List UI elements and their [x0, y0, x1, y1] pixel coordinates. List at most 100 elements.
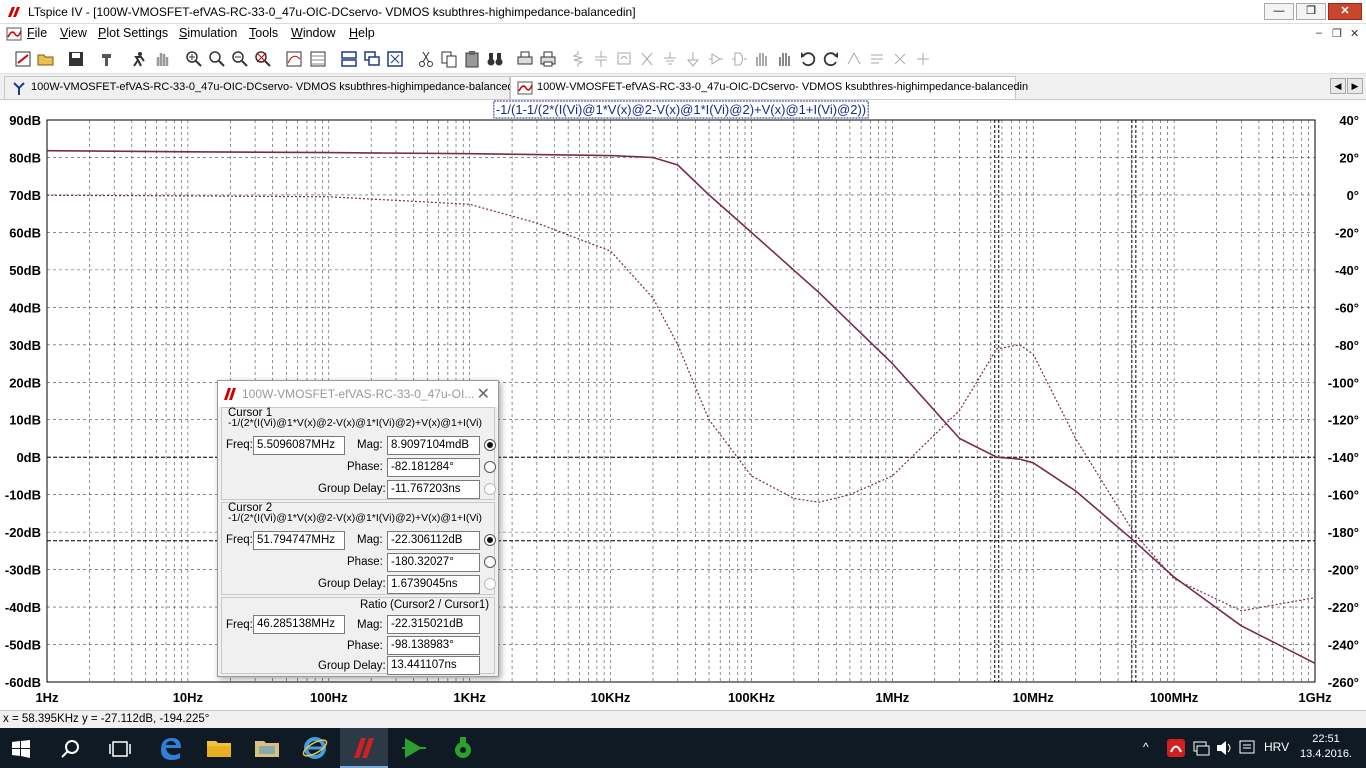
resistor-icon[interactable] [569, 50, 587, 68]
inductor-icon[interactable] [615, 50, 633, 68]
move-hand-icon[interactable] [753, 50, 771, 68]
cursor2-mag-radio[interactable] [484, 534, 496, 546]
menu-help[interactable]: Help [349, 26, 375, 40]
dialog-title-bar[interactable]: 100W-VMOSFET-efVAS-RC-33-0_47u-OI... ✕ [218, 381, 498, 407]
tab-scroll-right-button[interactable]: ▶ [1347, 78, 1363, 94]
y2-tick-label: -220° [1328, 600, 1359, 615]
cursor1-mag-field[interactable]: 8.9097104mdB [387, 436, 480, 455]
cursor-readout-dialog[interactable]: 100W-VMOSFET-efVAS-RC-33-0_47u-OI... ✕ C… [217, 380, 499, 677]
language-indicator[interactable]: HRV [1264, 740, 1289, 754]
file-explorer-icon[interactable] [205, 734, 233, 762]
print-icon[interactable] [539, 50, 557, 68]
menu-view[interactable]: View [60, 26, 87, 40]
print-setup-icon[interactable] [516, 50, 534, 68]
mdi-close-button[interactable]: ✕ [1350, 27, 1359, 40]
ltspice-logo-icon[interactable] [350, 734, 378, 762]
menu-file[interactable]: File [27, 26, 47, 40]
trace-expression-label[interactable]: -1/(1-1/(2*(I(Vi)@1*V(x)@2-V(x)@1*I(Vi)@… [496, 102, 866, 117]
halt-hand-icon[interactable] [153, 50, 171, 68]
media-play-icon[interactable] [400, 734, 428, 762]
cursor1-mag-radio[interactable] [484, 439, 496, 451]
waveform-plot-pane[interactable]: 90dB 80dB 70dB 60dB 50dB 40dB 30dB 20dB 10dB 0dB -… [0, 100, 1366, 710]
diode-icon[interactable] [638, 50, 656, 68]
rotate-icon[interactable] [891, 50, 909, 68]
cursor2-phase-radio[interactable] [484, 556, 496, 568]
notifications-icon[interactable] [1238, 739, 1256, 757]
cursor2-mag-field[interactable]: -22.306112dB [387, 531, 480, 550]
cascade-icon[interactable] [363, 50, 381, 68]
y2-tick-label: -200° [1328, 563, 1359, 578]
menu-tools[interactable]: Tools [249, 26, 278, 40]
tab-waveform[interactable]: 100W-VMOSFET-efVAS-RC-33-0_47u-OIC-DCser… [510, 76, 1028, 99]
menu-window[interactable]: Window [291, 26, 335, 40]
undo-icon[interactable] [799, 50, 817, 68]
cursor1-phase-field[interactable]: -82.181284° [387, 458, 480, 477]
ratio-phase-field[interactable]: -98.138983° [387, 636, 480, 655]
cursor1-expression: -1/(2*(I(Vi)@1*V(x)@2-V(x)@1*I(Vi)@2)+V(… [228, 417, 483, 429]
edge-browser-icon[interactable] [157, 734, 185, 762]
windows-start-icon[interactable] [12, 740, 30, 758]
spice-directive-icon[interactable] [868, 50, 886, 68]
tab-scroll-left-button[interactable]: ◀ [1330, 78, 1346, 94]
ratio-gd-field[interactable]: 13.441107ns [387, 656, 480, 675]
dialog-close-icon[interactable]: ✕ [477, 384, 490, 404]
redo-icon[interactable] [822, 50, 840, 68]
cursor2-gd-field[interactable]: 1.6739045ns [387, 575, 480, 594]
cut-icon[interactable] [417, 50, 435, 68]
close-all-icon[interactable] [386, 50, 404, 68]
tray-expand-icon[interactable]: ^ [1143, 740, 1149, 754]
network-icon[interactable] [1192, 739, 1210, 757]
ratio-freq-field[interactable]: 46.285138MHz [253, 615, 345, 634]
task-view-icon[interactable] [108, 738, 132, 760]
volume-icon[interactable] [1215, 739, 1233, 757]
waveform-window-icon[interactable] [6, 26, 22, 42]
ratio-mag-field[interactable]: -22.315021dB [387, 615, 480, 634]
paste-icon[interactable] [463, 50, 481, 68]
component-icon[interactable] [707, 50, 725, 68]
cursor1-freq-field[interactable]: 5.5096087MHz [253, 436, 345, 455]
text-icon[interactable] [845, 50, 863, 68]
cursor2-phase-field[interactable]: -180.32027° [387, 553, 480, 572]
new-schematic-icon[interactable] [14, 50, 32, 68]
drag-hand-icon[interactable] [776, 50, 794, 68]
cursor2-gd-radio[interactable] [484, 578, 496, 590]
cursor2-freq-field[interactable]: 51.794747MHz [253, 531, 345, 550]
copy-icon[interactable] [440, 50, 458, 68]
zoom-in-icon[interactable] [185, 50, 203, 68]
control-panel-hammer-icon[interactable] [99, 50, 117, 68]
zoom-out-icon[interactable] [231, 50, 249, 68]
menu-plot-settings[interactable]: Plot Settings [98, 26, 168, 40]
zoom-full-icon[interactable] [254, 50, 272, 68]
manual-limits-icon[interactable] [309, 50, 327, 68]
tab-schematic[interactable]: 100W-VMOSFET-efVAS-RC-33-0_47u-OIC-DCser… [4, 76, 522, 99]
cursor1-phase-radio[interactable] [484, 461, 496, 473]
autorange-icon[interactable] [285, 50, 303, 68]
antivirus-tray-icon[interactable] [1167, 739, 1185, 757]
mdi-minimize-button[interactable]: – [1316, 27, 1322, 39]
green-app-icon[interactable] [449, 734, 477, 762]
cursor1-gd-radio[interactable] [484, 483, 496, 495]
gate-icon[interactable] [730, 50, 748, 68]
pan-icon[interactable] [208, 50, 226, 68]
close-button[interactable]: ✕ [1328, 3, 1362, 20]
save-icon[interactable] [67, 50, 85, 68]
cursor1-gd-field[interactable]: -11.767203ns [387, 480, 480, 499]
run-icon[interactable] [130, 50, 148, 68]
capacitor-icon[interactable] [592, 50, 610, 68]
ground-icon[interactable] [661, 50, 679, 68]
search-icon[interactable] [60, 738, 82, 760]
minimize-button[interactable]: — [1264, 3, 1294, 20]
maximize-button[interactable]: ❐ [1296, 3, 1326, 20]
system-clock[interactable]: 22:51 13.4.2016. [1296, 732, 1356, 762]
folder-icon[interactable] [253, 734, 281, 762]
mirror-icon[interactable] [914, 50, 932, 68]
open-folder-icon[interactable] [37, 50, 55, 68]
find-binoculars-icon[interactable] [486, 50, 504, 68]
mdi-restore-button[interactable]: ❐ [1332, 27, 1342, 40]
label-net-icon[interactable] [684, 50, 702, 68]
internet-explorer-icon[interactable] [301, 734, 329, 762]
menu-simulation[interactable]: Simulation [179, 26, 237, 40]
bode-plot[interactable]: 90dB 80dB 70dB 60dB 50dB 40dB 30dB 20dB 10dB 0dB -… [0, 100, 1366, 710]
ltspice-logo-icon [224, 388, 236, 400]
tile-horizontal-icon[interactable] [340, 50, 358, 68]
